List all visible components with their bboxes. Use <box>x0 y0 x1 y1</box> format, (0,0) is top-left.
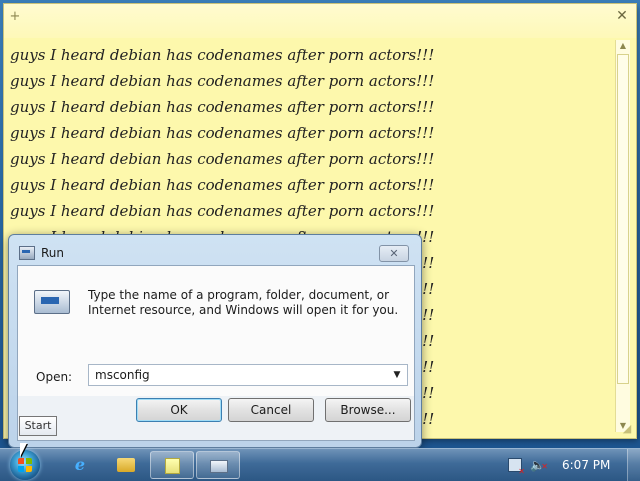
resize-grip-icon[interactable]: ◢ <box>620 422 634 436</box>
run-dialog-body: Type the name of a program, folder, docu… <box>17 265 415 441</box>
network-icon[interactable] <box>508 458 525 476</box>
note-line: guys I heard debian has codenames after … <box>10 98 435 116</box>
taskbar: e 🔈 6:07 PM <box>0 448 640 481</box>
run-icon <box>19 246 35 260</box>
run-dialog-title: Run <box>41 246 65 260</box>
note-line: guys I heard debian has codenames after … <box>10 72 435 90</box>
run-icon <box>210 460 228 473</box>
close-icon[interactable]: ✕ <box>614 8 630 24</box>
volume-icon[interactable]: 🔈 <box>530 457 548 475</box>
open-label-text: Open: <box>36 370 73 384</box>
taskbar-explorer-button[interactable] <box>104 451 148 479</box>
chevron-down-icon[interactable]: ▼ <box>391 369 403 381</box>
note-line: guys I heard debian has codenames after … <box>10 46 435 64</box>
folder-icon <box>117 458 135 472</box>
sticky-note-scrollbar[interactable]: ▲ ▼ <box>615 40 630 432</box>
note-line: guys I heard debian has codenames after … <box>10 124 435 142</box>
sticky-note-header: + ✕ <box>4 4 636 38</box>
open-combobox[interactable]: msconfig ▼ <box>88 364 408 386</box>
start-tooltip: Start <box>19 416 57 436</box>
mouse-cursor-icon <box>20 443 27 457</box>
taskbar-ie-button[interactable]: e <box>58 451 102 479</box>
run-dialog[interactable]: Run ✕ Type the name of a program, folder… <box>8 234 422 448</box>
taskbar-sticky-notes-button[interactable] <box>150 451 194 479</box>
run-program-icon <box>34 290 70 314</box>
close-button[interactable]: ✕ <box>379 245 409 262</box>
sticky-notes-icon <box>165 458 180 474</box>
run-description: Type the name of a program, folder, docu… <box>88 288 399 317</box>
plus-icon[interactable]: + <box>8 10 22 24</box>
clock[interactable]: 6:07 PM <box>562 458 610 472</box>
run-dialog-titlebar: Run <box>19 243 64 263</box>
ie-icon: e <box>74 455 86 474</box>
note-line: guys I heard debian has codenames after … <box>10 202 435 220</box>
note-line: guys I heard debian has codenames after … <box>10 176 435 194</box>
show-desktop-button[interactable] <box>627 449 640 481</box>
browse-button[interactable]: Browse... <box>325 398 411 422</box>
note-line: guys I heard debian has codenames after … <box>10 150 435 168</box>
ok-button[interactable]: OK <box>136 398 222 422</box>
scroll-up-icon[interactable]: ▲ <box>616 40 630 52</box>
cancel-button[interactable]: Cancel <box>228 398 314 422</box>
open-label: Open: <box>36 370 72 384</box>
windows-logo-icon <box>18 458 32 472</box>
taskbar-run-button[interactable] <box>196 451 240 479</box>
open-input[interactable]: msconfig <box>95 368 150 382</box>
scrollbar-thumb[interactable] <box>617 54 629 384</box>
